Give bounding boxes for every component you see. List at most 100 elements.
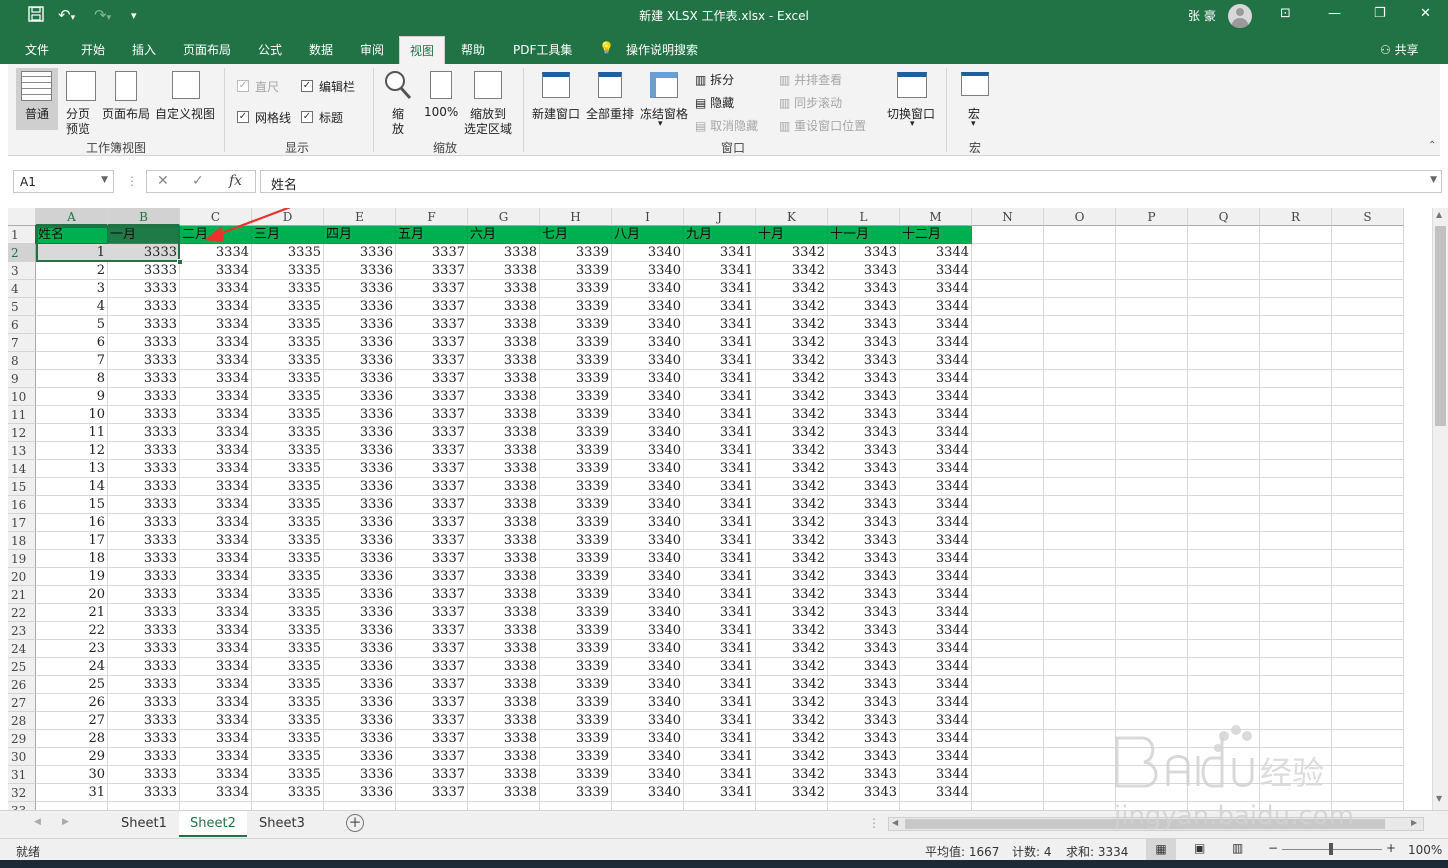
unhide-button[interactable]: ▤ 取消隐藏 [695,117,758,134]
synchronous-scrolling-button[interactable]: ▥ 同步滚动 [779,94,842,111]
reset-window-position-button[interactable]: ▥ 重设窗口位置 [779,117,866,134]
headings-checkbox[interactable]: ✓ [301,111,313,123]
tab-page-layout[interactable]: 页面布局 [183,41,231,58]
gridlines-checkbox[interactable]: ✓ [237,111,249,123]
split-icon: ▥ [695,73,707,87]
zoom-button[interactable]: 缩 放 [380,68,416,136]
name-box[interactable]: A1 ▼ [13,170,114,193]
zoom-level[interactable]: 100% [1408,843,1442,857]
tab-home[interactable]: 开始 [81,41,105,58]
horizontal-scrollbar[interactable]: ◀ ▶ [888,817,1424,831]
group-separator [523,68,524,152]
scroll-left-icon[interactable]: ◀ [892,818,898,827]
group-workbook-views: 工作簿视图 [86,141,147,155]
page-break-preview-button[interactable]: 分页 预览 [60,68,104,136]
arrange-all-label: 全部重排 [586,107,635,121]
taskbar-strip [0,860,1448,868]
tab-data[interactable]: 数据 [309,41,333,58]
page-layout-label: 页面布局 [102,107,151,121]
worksheet-grid[interactable]: A B C D E F G H I J K L M N O P Q R S 1 姓名 一月 二月 三月 四月 五月 六月 七月 八月 九月… [8,208,1432,810]
group-macros: 宏 [969,141,982,155]
split-label: 拆分 [710,73,735,87]
normal-view-label: 普通 [25,107,50,121]
more-icon: ⋮ [126,174,138,188]
normal-view-icon[interactable]: ▦ [1146,839,1176,860]
chevron-down-icon[interactable]: ▼ [101,175,108,185]
freeze-panes-icon [650,72,678,98]
red-arrow-annotation [204,208,292,242]
formula-buttons: ✕ ✓ fx [146,170,256,193]
minimize-icon[interactable]: — [1328,6,1341,21]
enter-icon[interactable]: ✓ [192,173,204,189]
scroll-right-icon[interactable]: ▶ [1411,818,1417,827]
ruler-checkbox[interactable]: ✓ [237,80,249,92]
tab-file[interactable]: 文件 [25,41,49,58]
normal-view-button[interactable]: 普通 [16,68,58,130]
share-button[interactable]: ⚇ 共享 [1380,41,1419,58]
view-side-by-side-button[interactable]: ▥ 并排查看 [779,71,842,88]
freeze-panes-label: 冻结窗格 [640,107,689,121]
scroll-down-icon[interactable]: ▼ [1436,794,1442,803]
tab-pdf-tools[interactable]: PDF工具集 [513,41,572,58]
sheet-tab-3[interactable]: Sheet3 [248,811,316,837]
chevron-down-icon: ▾ [658,119,663,129]
new-window-button[interactable]: 新建窗口 [530,68,582,130]
page-layout-view-button[interactable]: 页面布局 [101,68,153,130]
formula-bar-checkbox[interactable]: ✓ [301,80,313,92]
page-break-label-2: 预览 [66,122,91,136]
reset-position-icon: ▥ [779,119,791,133]
sheet-tab-2[interactable]: Sheet2 [179,811,247,837]
arrange-all-button[interactable]: 全部重排 [584,68,636,130]
tell-me-search[interactable]: 操作说明搜索 [626,41,698,58]
zoom-selection-icon [474,71,502,99]
switch-windows-button[interactable]: 切换窗口 ▾ [884,68,942,134]
macros-button[interactable]: 宏 ▾ [954,68,994,134]
add-sheet-icon[interactable]: + [346,814,364,832]
tab-help[interactable]: 帮助 [461,41,485,58]
horizontal-scroll-thumb[interactable] [905,819,1385,829]
group-separator [224,68,225,152]
zoom-slider-thumb[interactable] [1329,843,1333,855]
chevron-down-icon: ▾ [910,119,915,129]
vertical-scroll-thumb[interactable] [1435,226,1446,426]
zoom-100-button[interactable]: 100% [422,68,462,130]
prev-sheet-icon[interactable]: ◀ [34,817,41,827]
avatar[interactable] [1228,4,1252,28]
restore-icon[interactable]: ❐ [1374,6,1386,21]
vertical-scrollbar[interactable]: ▲ ▼ [1432,208,1448,810]
page-break-view-icon[interactable]: ▥ [1232,841,1243,855]
collapse-ribbon-icon[interactable]: ⌃ [1428,140,1436,151]
zoom-100-icon [430,71,452,99]
page-layout-view-icon[interactable]: ▣ [1194,841,1205,855]
zoom-100-label: 100% [424,105,459,119]
insert-function-icon[interactable]: fx [229,173,242,189]
split-button[interactable]: ▥ 拆分 [695,71,734,88]
group-separator [946,68,947,152]
switch-windows-icon [897,72,927,98]
zoom-to-selection-button[interactable]: 缩放到 选定区域 [462,68,518,136]
formula-value: 姓名 [271,178,298,193]
ribbon-display-icon[interactable]: ⊡ [1280,6,1291,21]
expand-formula-icon[interactable]: ▼ [1430,175,1437,185]
zoom-in-icon[interactable]: + [1386,841,1396,855]
status-average: 平均值: 1667 [925,845,1000,859]
hide-button[interactable]: ▤ 隐藏 [695,94,734,111]
freeze-panes-button[interactable]: 冻结窗格 ▾ [638,68,690,134]
tab-insert[interactable]: 插入 [132,41,156,58]
zoom-out-icon[interactable]: − [1268,841,1278,855]
page-break-icon [66,71,96,101]
custom-views-button[interactable]: 自定义视图 [154,68,216,130]
next-sheet-icon[interactable]: ▶ [62,817,69,827]
tab-review[interactable]: 审阅 [360,41,384,58]
arrange-all-icon [598,72,622,98]
scroll-up-icon[interactable]: ▲ [1436,210,1442,219]
cancel-icon[interactable]: ✕ [157,173,169,189]
user-name[interactable]: 张 豪 [1188,7,1216,24]
close-icon[interactable]: ✕ [1420,6,1431,21]
tab-view[interactable]: 视图 [399,36,446,64]
sheet-tab-1[interactable]: Sheet1 [110,811,178,837]
status-bar: 就绪 平均值: 1667 计数: 4 求和: 3334 ▦ ▣ ▥ − + 10… [0,838,1448,860]
formula-input[interactable]: 姓名 ▼ [260,170,1442,193]
tab-formulas[interactable]: 公式 [258,41,282,58]
hide-icon: ▤ [695,96,707,110]
